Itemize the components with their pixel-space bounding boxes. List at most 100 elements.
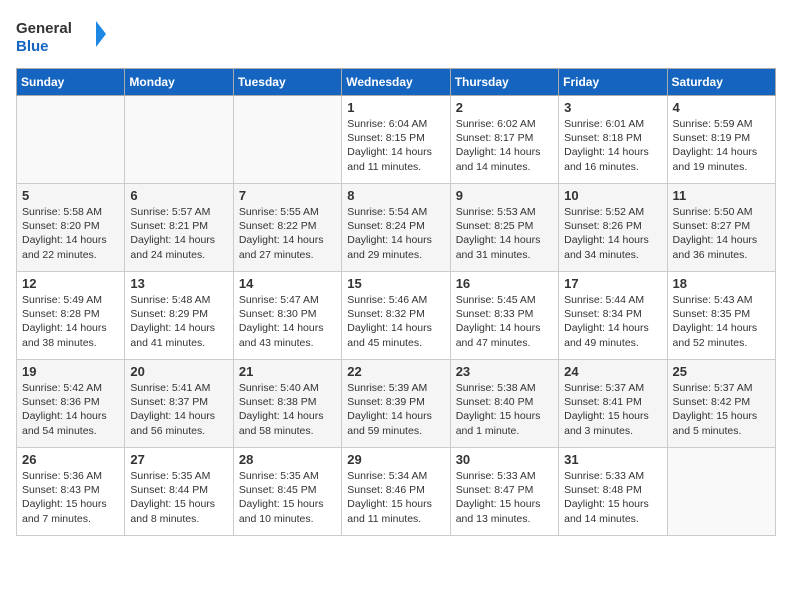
day-number: 27 — [130, 452, 227, 467]
day-info: Sunrise: 5:39 AM Sunset: 8:39 PM Dayligh… — [347, 381, 444, 438]
day-info: Sunrise: 5:43 AM Sunset: 8:35 PM Dayligh… — [673, 293, 770, 350]
calendar-cell: 29 Sunrise: 5:34 AM Sunset: 8:46 PM Dayli… — [342, 448, 450, 536]
day-info: Sunrise: 5:35 AM Sunset: 8:45 PM Dayligh… — [239, 469, 336, 526]
calendar-cell: 30 Sunrise: 5:33 AM Sunset: 8:47 PM Dayli… — [450, 448, 558, 536]
day-info: Sunrise: 5:54 AM Sunset: 8:24 PM Dayligh… — [347, 205, 444, 262]
calendar-cell: 15 Sunrise: 5:46 AM Sunset: 8:32 PM Dayli… — [342, 272, 450, 360]
day-info: Sunrise: 5:47 AM Sunset: 8:30 PM Dayligh… — [239, 293, 336, 350]
calendar-cell: 19Sunrise: 5:42 AM Sunset: 8:36 PM Dayli… — [17, 360, 125, 448]
day-info: Sunrise: 5:37 AM Sunset: 8:41 PM Dayligh… — [564, 381, 661, 438]
calendar-cell: 9 Sunrise: 5:53 AM Sunset: 8:25 PM Daylig… — [450, 184, 558, 272]
day-number: 2 — [456, 100, 553, 115]
calendar-table: SundayMondayTuesdayWednesdayThursdayFrid… — [16, 68, 776, 536]
logo-svg: General Blue — [16, 16, 106, 56]
day-number: 25 — [673, 364, 770, 379]
calendar-cell: 24Sunrise: 5:37 AM Sunset: 8:41 PM Dayli… — [559, 360, 667, 448]
page-header: General Blue — [16, 16, 776, 56]
calendar-cell: 28 Sunrise: 5:35 AM Sunset: 8:45 PM Dayli… — [233, 448, 341, 536]
day-number: 31 — [564, 452, 661, 467]
day-number: 3 — [564, 100, 661, 115]
calendar-cell: 3 Sunrise: 6:01 AM Sunset: 8:18 PM Daylig… — [559, 96, 667, 184]
day-info: Sunrise: 5:59 AM Sunset: 8:19 PM Dayligh… — [673, 117, 770, 174]
calendar-cell — [17, 96, 125, 184]
day-info: Sunrise: 5:44 AM Sunset: 8:34 PM Dayligh… — [564, 293, 661, 350]
calendar-cell: 23 Sunrise: 5:38 AM Sunset: 8:40 PM Dayli… — [450, 360, 558, 448]
header-wednesday: Wednesday — [342, 69, 450, 96]
calendar-cell: 12 Sunrise: 5:49 AM Sunset: 8:28 PM Dayli… — [17, 272, 125, 360]
day-info: Sunrise: 5:46 AM Sunset: 8:32 PM Dayligh… — [347, 293, 444, 350]
day-info: Sunrise: 5:53 AM Sunset: 8:25 PM Dayligh… — [456, 205, 553, 262]
calendar-cell — [233, 96, 341, 184]
calendar-cell: 10 Sunrise: 5:52 AM Sunset: 8:26 PM Dayli… — [559, 184, 667, 272]
day-info: Sunrise: 5:50 AM Sunset: 8:27 PM Dayligh… — [673, 205, 770, 262]
day-info: Sunrise: 5:58 AM Sunset: 8:20 PM Dayligh… — [22, 205, 119, 262]
header-sunday: Sunday — [17, 69, 125, 96]
day-number: 16 — [456, 276, 553, 291]
day-number: 15 — [347, 276, 444, 291]
header-tuesday: Tuesday — [233, 69, 341, 96]
calendar-cell: 18 Sunrise: 5:43 AM Sunset: 8:35 PM Dayli… — [667, 272, 775, 360]
calendar-cell: 22Sunrise: 5:39 AM Sunset: 8:39 PM Dayli… — [342, 360, 450, 448]
day-info: Sunrise: 5:40 AM Sunset: 8:38 PM Dayligh… — [239, 381, 336, 438]
day-info: Sunrise: 5:45 AM Sunset: 8:33 PM Dayligh… — [456, 293, 553, 350]
header-monday: Monday — [125, 69, 233, 96]
calendar-cell: 21Sunrise: 5:40 AM Sunset: 8:38 PM Dayli… — [233, 360, 341, 448]
day-info: Sunrise: 5:48 AM Sunset: 8:29 PM Dayligh… — [130, 293, 227, 350]
day-info: Sunrise: 5:35 AM Sunset: 8:44 PM Dayligh… — [130, 469, 227, 526]
calendar-cell — [125, 96, 233, 184]
calendar-cell: 4 Sunrise: 5:59 AM Sunset: 8:19 PM Daylig… — [667, 96, 775, 184]
day-info: Sunrise: 5:36 AM Sunset: 8:43 PM Dayligh… — [22, 469, 119, 526]
calendar-cell: 17 Sunrise: 5:44 AM Sunset: 8:34 PM Dayli… — [559, 272, 667, 360]
day-info: Sunrise: 5:52 AM Sunset: 8:26 PM Dayligh… — [564, 205, 661, 262]
logo: General Blue — [16, 16, 106, 56]
day-info: Sunrise: 5:49 AM Sunset: 8:28 PM Dayligh… — [22, 293, 119, 350]
day-number: 18 — [673, 276, 770, 291]
day-number: 9 — [456, 188, 553, 203]
day-info: Sunrise: 5:41 AM Sunset: 8:37 PM Dayligh… — [130, 381, 227, 438]
day-number: 17 — [564, 276, 661, 291]
week-row-2: 5 Sunrise: 5:58 AM Sunset: 8:20 PM Daylig… — [17, 184, 776, 272]
calendar-cell: 1Sunrise: 6:04 AM Sunset: 8:15 PM Daylig… — [342, 96, 450, 184]
day-info: Sunrise: 5:42 AM Sunset: 8:36 PM Dayligh… — [22, 381, 119, 438]
day-info: Sunrise: 6:01 AM Sunset: 8:18 PM Dayligh… — [564, 117, 661, 174]
week-row-3: 12 Sunrise: 5:49 AM Sunset: 8:28 PM Dayli… — [17, 272, 776, 360]
day-info: Sunrise: 5:37 AM Sunset: 8:42 PM Dayligh… — [673, 381, 770, 438]
calendar-header-row: SundayMondayTuesdayWednesdayThursdayFrid… — [17, 69, 776, 96]
week-row-5: 26 Sunrise: 5:36 AM Sunset: 8:43 PM Dayli… — [17, 448, 776, 536]
day-number: 4 — [673, 100, 770, 115]
day-info: Sunrise: 5:33 AM Sunset: 8:47 PM Dayligh… — [456, 469, 553, 526]
day-info: Sunrise: 6:04 AM Sunset: 8:15 PM Dayligh… — [347, 117, 444, 174]
day-number: 26 — [22, 452, 119, 467]
calendar-cell: 16 Sunrise: 5:45 AM Sunset: 8:33 PM Dayli… — [450, 272, 558, 360]
day-number: 14 — [239, 276, 336, 291]
day-number: 12 — [22, 276, 119, 291]
calendar-cell: 27 Sunrise: 5:35 AM Sunset: 8:44 PM Dayli… — [125, 448, 233, 536]
day-number: 6 — [130, 188, 227, 203]
day-number: 11 — [673, 188, 770, 203]
calendar-cell: 7Sunrise: 5:55 AM Sunset: 8:22 PM Daylig… — [233, 184, 341, 272]
calendar-cell: 6 Sunrise: 5:57 AM Sunset: 8:21 PM Daylig… — [125, 184, 233, 272]
day-info: Sunrise: 5:38 AM Sunset: 8:40 PM Dayligh… — [456, 381, 553, 438]
day-info: Sunrise: 5:34 AM Sunset: 8:46 PM Dayligh… — [347, 469, 444, 526]
day-number: 28 — [239, 452, 336, 467]
day-number: 30 — [456, 452, 553, 467]
calendar-cell: 26 Sunrise: 5:36 AM Sunset: 8:43 PM Dayli… — [17, 448, 125, 536]
week-row-1: 1Sunrise: 6:04 AM Sunset: 8:15 PM Daylig… — [17, 96, 776, 184]
header-saturday: Saturday — [667, 69, 775, 96]
day-info: Sunrise: 5:33 AM Sunset: 8:48 PM Dayligh… — [564, 469, 661, 526]
day-number: 29 — [347, 452, 444, 467]
day-number: 8 — [347, 188, 444, 203]
day-info: Sunrise: 5:57 AM Sunset: 8:21 PM Dayligh… — [130, 205, 227, 262]
day-number: 5 — [22, 188, 119, 203]
header-friday: Friday — [559, 69, 667, 96]
calendar-cell: 5 Sunrise: 5:58 AM Sunset: 8:20 PM Daylig… — [17, 184, 125, 272]
day-number: 13 — [130, 276, 227, 291]
day-number: 7 — [239, 188, 336, 203]
calendar-cell: 20Sunrise: 5:41 AM Sunset: 8:37 PM Dayli… — [125, 360, 233, 448]
day-number: 10 — [564, 188, 661, 203]
calendar-cell: 11 Sunrise: 5:50 AM Sunset: 8:27 PM Dayli… — [667, 184, 775, 272]
calendar-cell: 13 Sunrise: 5:48 AM Sunset: 8:29 PM Dayli… — [125, 272, 233, 360]
calendar-cell: 14 Sunrise: 5:47 AM Sunset: 8:30 PM Dayli… — [233, 272, 341, 360]
calendar-cell: 31 Sunrise: 5:33 AM Sunset: 8:48 PM Dayli… — [559, 448, 667, 536]
day-number: 23 — [456, 364, 553, 379]
